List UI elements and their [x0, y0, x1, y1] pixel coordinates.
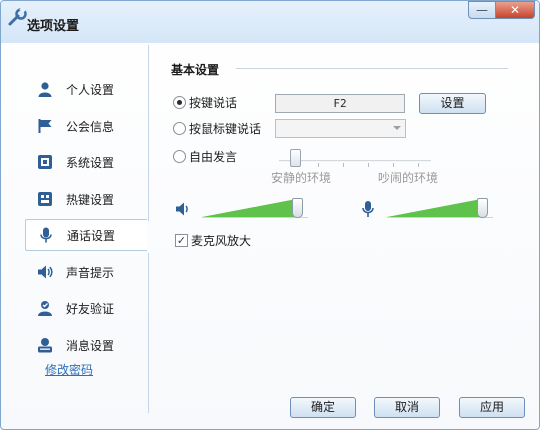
speaker-volume-fill — [202, 198, 302, 217]
window-title: 选项设置 — [27, 19, 80, 34]
sidebar-item-system[interactable]: 系统设置 — [25, 146, 147, 178]
microphone-volume-fill — [387, 198, 487, 217]
quiet-environment-caption: 安静的环境 — [271, 171, 332, 185]
free-talk-radio[interactable] — [173, 149, 186, 163]
push-to-talk-option[interactable]: 按键说话 — [173, 93, 237, 111]
sidebar-item-sound[interactable]: 声音提示 — [25, 256, 147, 288]
sensitivity-slider[interactable] — [279, 147, 431, 171]
mouse-to-talk-radio[interactable] — [173, 121, 186, 135]
mouse-button-select[interactable] — [275, 119, 406, 138]
sidebar-item-label: 系统设置 — [66, 155, 115, 170]
message-icon — [35, 335, 55, 355]
sidebar-item-label: 公会信息 — [66, 119, 115, 134]
slider-tick — [418, 163, 419, 167]
noisy-environment-caption: 吵闹的环境 — [378, 171, 439, 185]
sidebar-divider-upper — [148, 45, 149, 221]
chevron-down-icon — [393, 126, 401, 130]
push-to-talk-radio[interactable] — [173, 95, 186, 109]
window-controls: — ✕ — [468, 1, 535, 19]
sidebar-item-friend-verify[interactable]: 好友验证 — [25, 292, 147, 324]
hotkey-display[interactable]: F2 — [275, 94, 405, 113]
slider-tick — [368, 163, 369, 167]
free-talk-label: 自由发言 — [189, 149, 238, 164]
close-icon: ✕ — [509, 3, 521, 17]
minimize-icon: — — [476, 3, 488, 17]
speaker-volume-icon — [174, 200, 192, 218]
change-password-link[interactable]: 修改密码 — [45, 361, 93, 378]
sidebar-item-guild[interactable]: 公会信息 — [25, 110, 147, 142]
microphone-volume-icon — [359, 200, 377, 218]
speaker-icon — [35, 262, 55, 282]
microphone-icon — [36, 225, 56, 245]
mic-boost-option[interactable]: ✓ 麦克风放大 — [175, 231, 251, 249]
flag-icon — [35, 116, 55, 136]
system-icon — [35, 152, 55, 172]
sidebar-divider-lower — [148, 253, 149, 413]
options-window: 选项设置 — ✕ 个人设置 公会信息 系统设置 热键设置 通话设置 声音提示 好… — [0, 0, 540, 430]
microphone-volume-thumb[interactable] — [477, 198, 488, 218]
sidebar-item-label: 个人设置 — [66, 82, 115, 97]
cancel-button[interactable]: 取消 — [374, 397, 440, 418]
free-talk-option[interactable]: 自由发言 — [173, 147, 237, 165]
set-hotkey-button[interactable]: 设置 — [419, 93, 486, 114]
speaker-volume-slider[interactable] — [202, 198, 308, 218]
sidebar-item-hotkey[interactable]: 热键设置 — [25, 183, 147, 215]
sidebar-item-call[interactable]: 通话设置 — [25, 219, 147, 251]
wrench-icon — [7, 6, 29, 29]
sidebar-item-label: 消息设置 — [66, 338, 115, 353]
speaker-volume-thumb[interactable] — [292, 198, 303, 218]
checkmark-icon: ✓ — [176, 233, 187, 247]
sidebar: 个人设置 公会信息 系统设置 热键设置 通话设置 声音提示 好友验证 消息设置 — [19, 69, 147, 389]
friend-check-icon — [35, 298, 55, 318]
slider-tick — [318, 163, 319, 167]
ok-button[interactable]: 确定 — [290, 397, 356, 418]
person-icon — [35, 79, 55, 99]
minimize-button[interactable]: — — [468, 1, 495, 19]
section-title: 基本设置 — [171, 63, 220, 77]
section-divider — [236, 68, 508, 69]
slider-track — [279, 160, 431, 162]
mic-boost-checkbox[interactable]: ✓ — [175, 233, 188, 247]
microphone-volume-slider[interactable] — [387, 198, 493, 218]
sidebar-item-label: 热键设置 — [66, 192, 115, 207]
sidebar-item-label: 通话设置 — [67, 228, 116, 243]
title-bar[interactable]: 选项设置 — ✕ — [1, 1, 539, 43]
slider-tick — [343, 163, 344, 167]
sensitivity-slider-thumb[interactable] — [290, 149, 301, 167]
sidebar-item-label: 好友验证 — [66, 301, 115, 316]
apply-button[interactable]: 应用 — [459, 397, 525, 418]
mouse-to-talk-option[interactable]: 按鼠标键说话 — [173, 119, 261, 137]
mouse-to-talk-label: 按鼠标键说话 — [189, 121, 262, 136]
push-to-talk-label: 按键说话 — [189, 95, 238, 110]
mic-boost-label: 麦克风放大 — [191, 233, 252, 248]
slider-tick — [393, 163, 394, 167]
sidebar-item-message[interactable]: 消息设置 — [25, 329, 147, 361]
sidebar-item-personal[interactable]: 个人设置 — [25, 73, 147, 105]
sidebar-item-label: 声音提示 — [66, 265, 115, 280]
close-button[interactable]: ✕ — [495, 1, 535, 19]
keyboard-icon — [35, 189, 55, 209]
